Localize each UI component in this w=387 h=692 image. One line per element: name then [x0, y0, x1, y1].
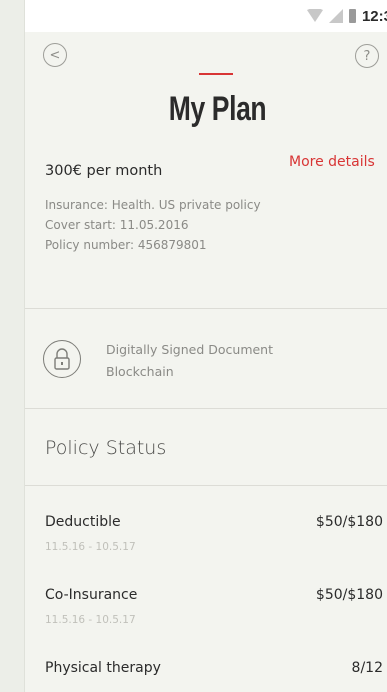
- policy-number: Policy number: 456879801: [45, 238, 207, 252]
- battery-icon: [348, 9, 356, 23]
- title-accent-line: [199, 73, 233, 75]
- more-details-link[interactable]: More details: [289, 154, 375, 170]
- lock-badge: [43, 340, 81, 378]
- row-value: 8/12: [351, 660, 383, 676]
- phone-screen: 12:3 < ? My Plan 300€ per month More det…: [24, 0, 387, 692]
- cover-start: Cover start: 11.05.2016: [45, 218, 189, 232]
- row-value: $50/$180: [315, 587, 383, 603]
- background-strip: [0, 0, 24, 692]
- signal-icon: [328, 9, 343, 23]
- divider: [25, 485, 387, 486]
- blockchain-label: Blockchain: [106, 364, 174, 379]
- page-title: My Plan: [168, 90, 267, 128]
- row-period: 11.5.16 - 10.5.17: [45, 614, 136, 626]
- status-time: 12:3: [361, 7, 387, 25]
- help-button[interactable]: ?: [355, 44, 379, 68]
- row-label: Co-Insurance: [45, 587, 138, 603]
- status-icons: 12:3: [306, 6, 387, 26]
- divider: [25, 308, 387, 309]
- row-label: Deductible: [45, 514, 121, 530]
- insurance-type: Insurance: Health. US private policy: [45, 198, 261, 212]
- back-button[interactable]: <: [43, 43, 67, 67]
- row-value: $50/$180: [315, 514, 383, 530]
- status-bar: 12:3: [25, 0, 387, 32]
- row-label: Physical therapy: [45, 660, 161, 676]
- question-icon: ?: [363, 48, 371, 64]
- lock-icon: [54, 348, 70, 370]
- signed-document-label: Digitally Signed Document: [106, 342, 274, 357]
- row-period: 11.5.16 - 10.5.17: [45, 541, 136, 553]
- wifi-icon: [306, 9, 323, 22]
- plan-price: 300€ per month: [45, 163, 163, 179]
- divider: [25, 408, 387, 409]
- chevron-left-icon: <: [49, 47, 61, 63]
- policy-status-title: Policy Status: [45, 437, 167, 459]
